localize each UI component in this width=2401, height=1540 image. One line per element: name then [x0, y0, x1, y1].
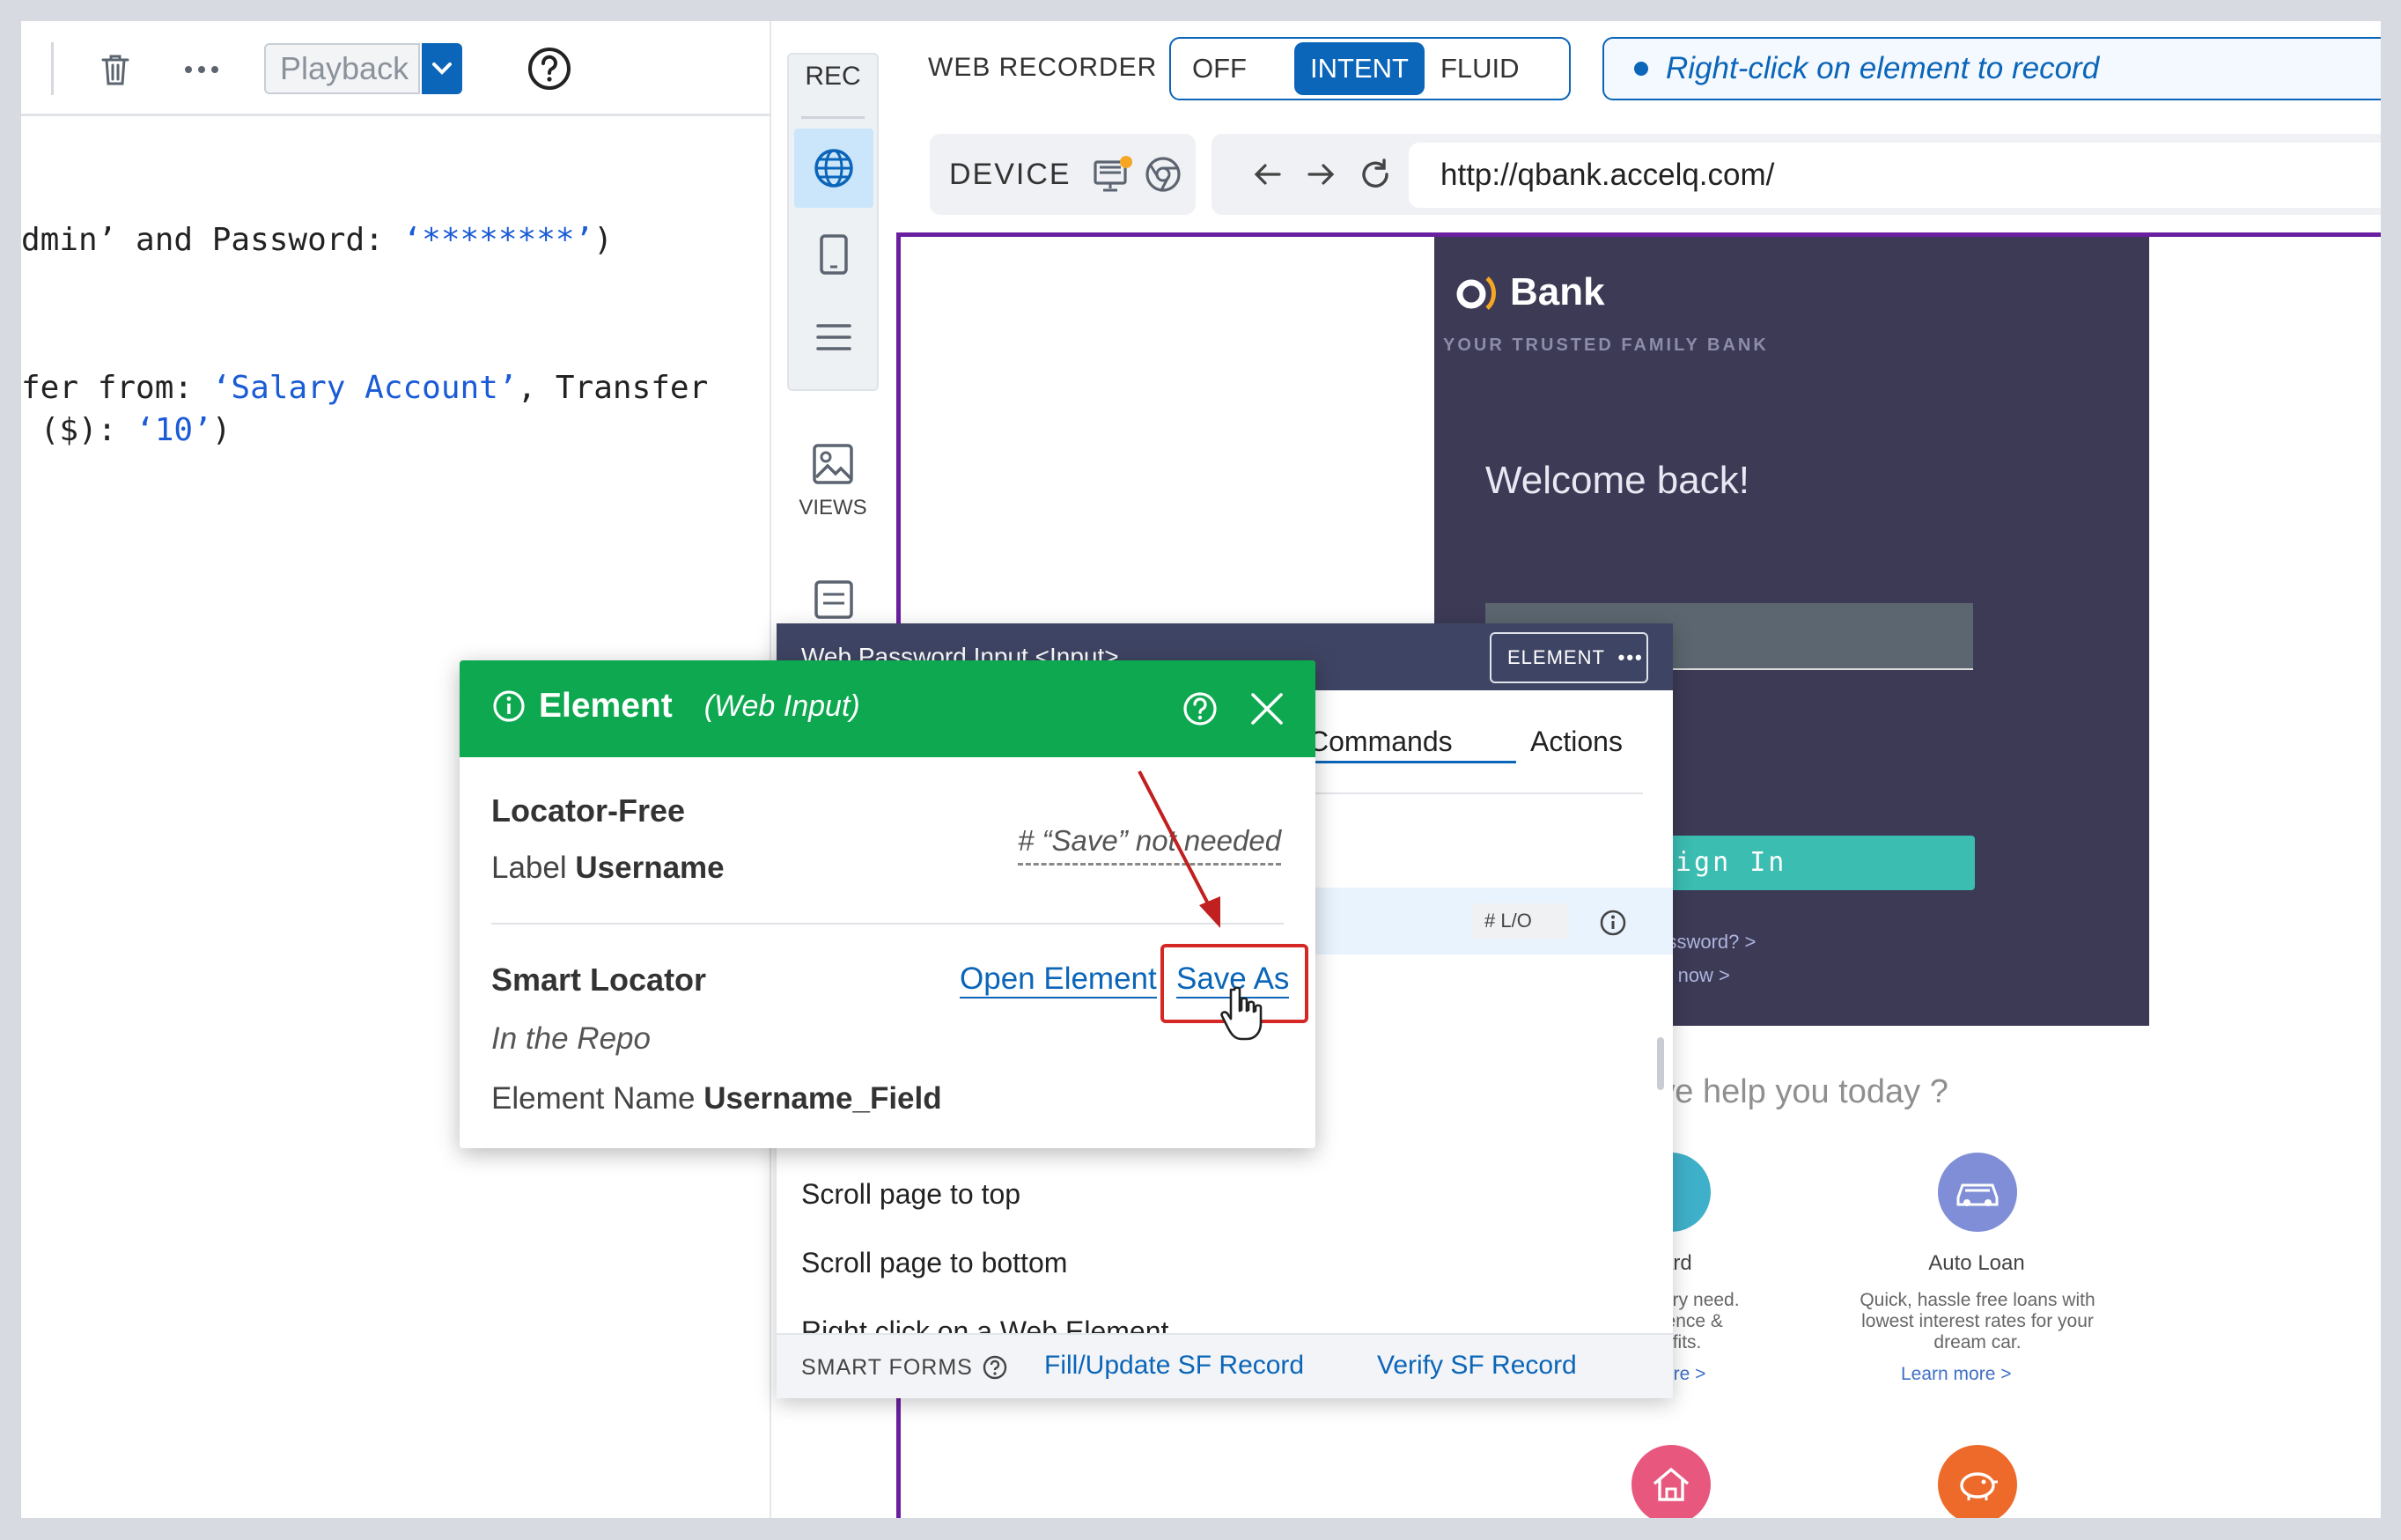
code-text: dmin’ and Password:: [21, 222, 403, 258]
close-icon[interactable]: [1248, 690, 1285, 732]
device-selector[interactable]: DEVICE: [930, 134, 1196, 215]
web-recorder-title: WEB RECORDER: [928, 53, 1158, 82]
element-name-row: Element Name Username_Field: [491, 1081, 942, 1116]
home-service-icon[interactable]: [1631, 1445, 1711, 1518]
element-popup-title: Element (Web Input): [491, 687, 860, 726]
forward-arrow-icon[interactable]: [1303, 157, 1338, 192]
bank-welcome: Welcome back!: [1485, 459, 1749, 502]
smart-forms-footer: SMART FORMS Fill/Update SF Record Verify…: [777, 1333, 1673, 1398]
code-text: , Transfer: [517, 370, 709, 406]
mode-fluid[interactable]: FLUID: [1425, 42, 1536, 95]
element-name-value: Username_Field: [703, 1081, 942, 1116]
toolbar-divider: [51, 42, 54, 95]
mode-off[interactable]: OFF: [1176, 42, 1263, 95]
recorder-mode-toggle: OFF INTENT FLUID: [1169, 37, 1571, 100]
service-link[interactable]: Learn more >: [1901, 1364, 2012, 1385]
smart-forms-label: SMART FORMS: [801, 1354, 1008, 1381]
mode-intent[interactable]: INTENT: [1294, 42, 1425, 95]
refresh-icon[interactable]: [1358, 157, 1393, 192]
back-arrow-icon[interactable]: [1250, 157, 1285, 192]
code-string: ‘********’: [402, 222, 594, 258]
recorder-hint: Right-click on element to record: [1602, 37, 2381, 100]
service-desc: Quick, hassle free loans with lowest int…: [1834, 1290, 2121, 1353]
views-label: VIEWS: [799, 496, 867, 519]
fill-update-sf-link[interactable]: Fill/Update SF Record: [1044, 1351, 1304, 1381]
status-dot: [1634, 62, 1648, 76]
bank-signin-button[interactable]: ign In: [1646, 836, 1975, 890]
savings-service-icon[interactable]: [1938, 1445, 2017, 1518]
chrome-icon: [1145, 157, 1181, 192]
help-icon[interactable]: [982, 1354, 1008, 1381]
help-icon[interactable]: [1182, 690, 1219, 732]
element-title: Element: [539, 687, 673, 725]
hand-cursor-icon: [1220, 986, 1263, 1041]
verify-sf-link[interactable]: Verify SF Record: [1377, 1351, 1577, 1381]
trash-icon[interactable]: [93, 48, 137, 92]
recorder-rail: REC: [787, 53, 879, 391]
code-text: ): [211, 412, 232, 448]
tab-commands[interactable]: Commands: [1308, 726, 1453, 758]
label-prefix: Label: [491, 851, 567, 885]
more-options-icon: •••: [1617, 646, 1644, 668]
tab-actions[interactable]: Actions: [1530, 726, 1623, 758]
code-text: ): [593, 222, 613, 258]
app-window: Playback dmin’ and Password: ‘********’)…: [21, 21, 2381, 1518]
smart-forms-text: SMART FORMS: [801, 1354, 973, 1380]
code-string: ‘Salary Account’: [211, 370, 518, 406]
element-menu-button[interactable]: ELEMENT •••: [1490, 632, 1648, 683]
active-tab-indicator: [1305, 761, 1516, 763]
menu-icon[interactable]: [794, 298, 873, 377]
bank-tagline: YOUR TRUSTED FAMILY BANK: [1443, 335, 1769, 355]
code-string: ‘10’: [136, 412, 212, 448]
locator-free-title: Locator-Free: [491, 792, 686, 829]
url-field[interactable]: http://qbank.accelq.com/: [1409, 143, 2381, 208]
code-text: fer from:: [21, 370, 212, 406]
element-subtitle: (Web Input): [703, 689, 860, 723]
service-desc-line: Quick, hassle free loans with: [1860, 1290, 2095, 1310]
service-desc-line: lowest interest rates for your: [1861, 1311, 2094, 1331]
label-value: Username: [575, 851, 725, 885]
service-title: Auto Loan: [1928, 1251, 2025, 1275]
repo-status: In the Repo: [491, 1021, 651, 1056]
desktop-icon: [1093, 156, 1132, 192]
playback-select[interactable]: Playback: [264, 43, 420, 94]
mobile-icon[interactable]: [794, 215, 873, 294]
help-icon[interactable]: [525, 44, 574, 93]
code-line[interactable]: fer from: ‘Salary Account’, Transfer: [21, 370, 708, 406]
element-name-prefix: Element Name: [491, 1081, 696, 1116]
lo-badge-label: L/O: [1500, 910, 1532, 932]
command-item[interactable]: Scroll page to bottom: [801, 1247, 1067, 1279]
hint-text: Right-click on element to record: [1666, 51, 2100, 85]
rec-label: REC: [805, 62, 861, 91]
bank-logo: Bank: [1452, 270, 1605, 314]
car-service-icon[interactable]: [1938, 1153, 2017, 1232]
command-item[interactable]: Scroll page to top: [801, 1178, 1020, 1211]
more-options-icon[interactable]: [180, 48, 224, 92]
lo-badge: # L/O: [1472, 903, 1569, 939]
bank-logo-icon: [1456, 276, 1496, 310]
tab-divider: [1305, 792, 1643, 794]
code-text: ($):: [21, 412, 136, 448]
info-icon[interactable]: [1597, 907, 1629, 939]
views-button[interactable]: VIEWS: [787, 442, 879, 520]
bank-brand: Bank: [1510, 270, 1605, 313]
panel-scrollbar[interactable]: [1657, 1037, 1664, 1090]
rail-divider: [801, 116, 865, 119]
form-icon[interactable]: [812, 576, 856, 623]
editor-toolbar: Playback: [21, 21, 771, 116]
label-row: Label Username: [491, 851, 725, 886]
service-desc-line: dream car.: [1933, 1332, 2022, 1352]
image-icon: [813, 444, 853, 484]
device-label: DEVICE: [949, 157, 1072, 191]
info-icon: [493, 690, 525, 722]
code-line[interactable]: dmin’ and Password: ‘********’): [21, 222, 613, 258]
chevron-down-icon[interactable]: [422, 43, 462, 94]
smart-locator-title: Smart Locator: [491, 962, 707, 998]
globe-icon[interactable]: [794, 129, 873, 208]
element-menu-label: ELEMENT: [1507, 646, 1605, 668]
code-line[interactable]: ($): ‘10’): [21, 412, 232, 448]
